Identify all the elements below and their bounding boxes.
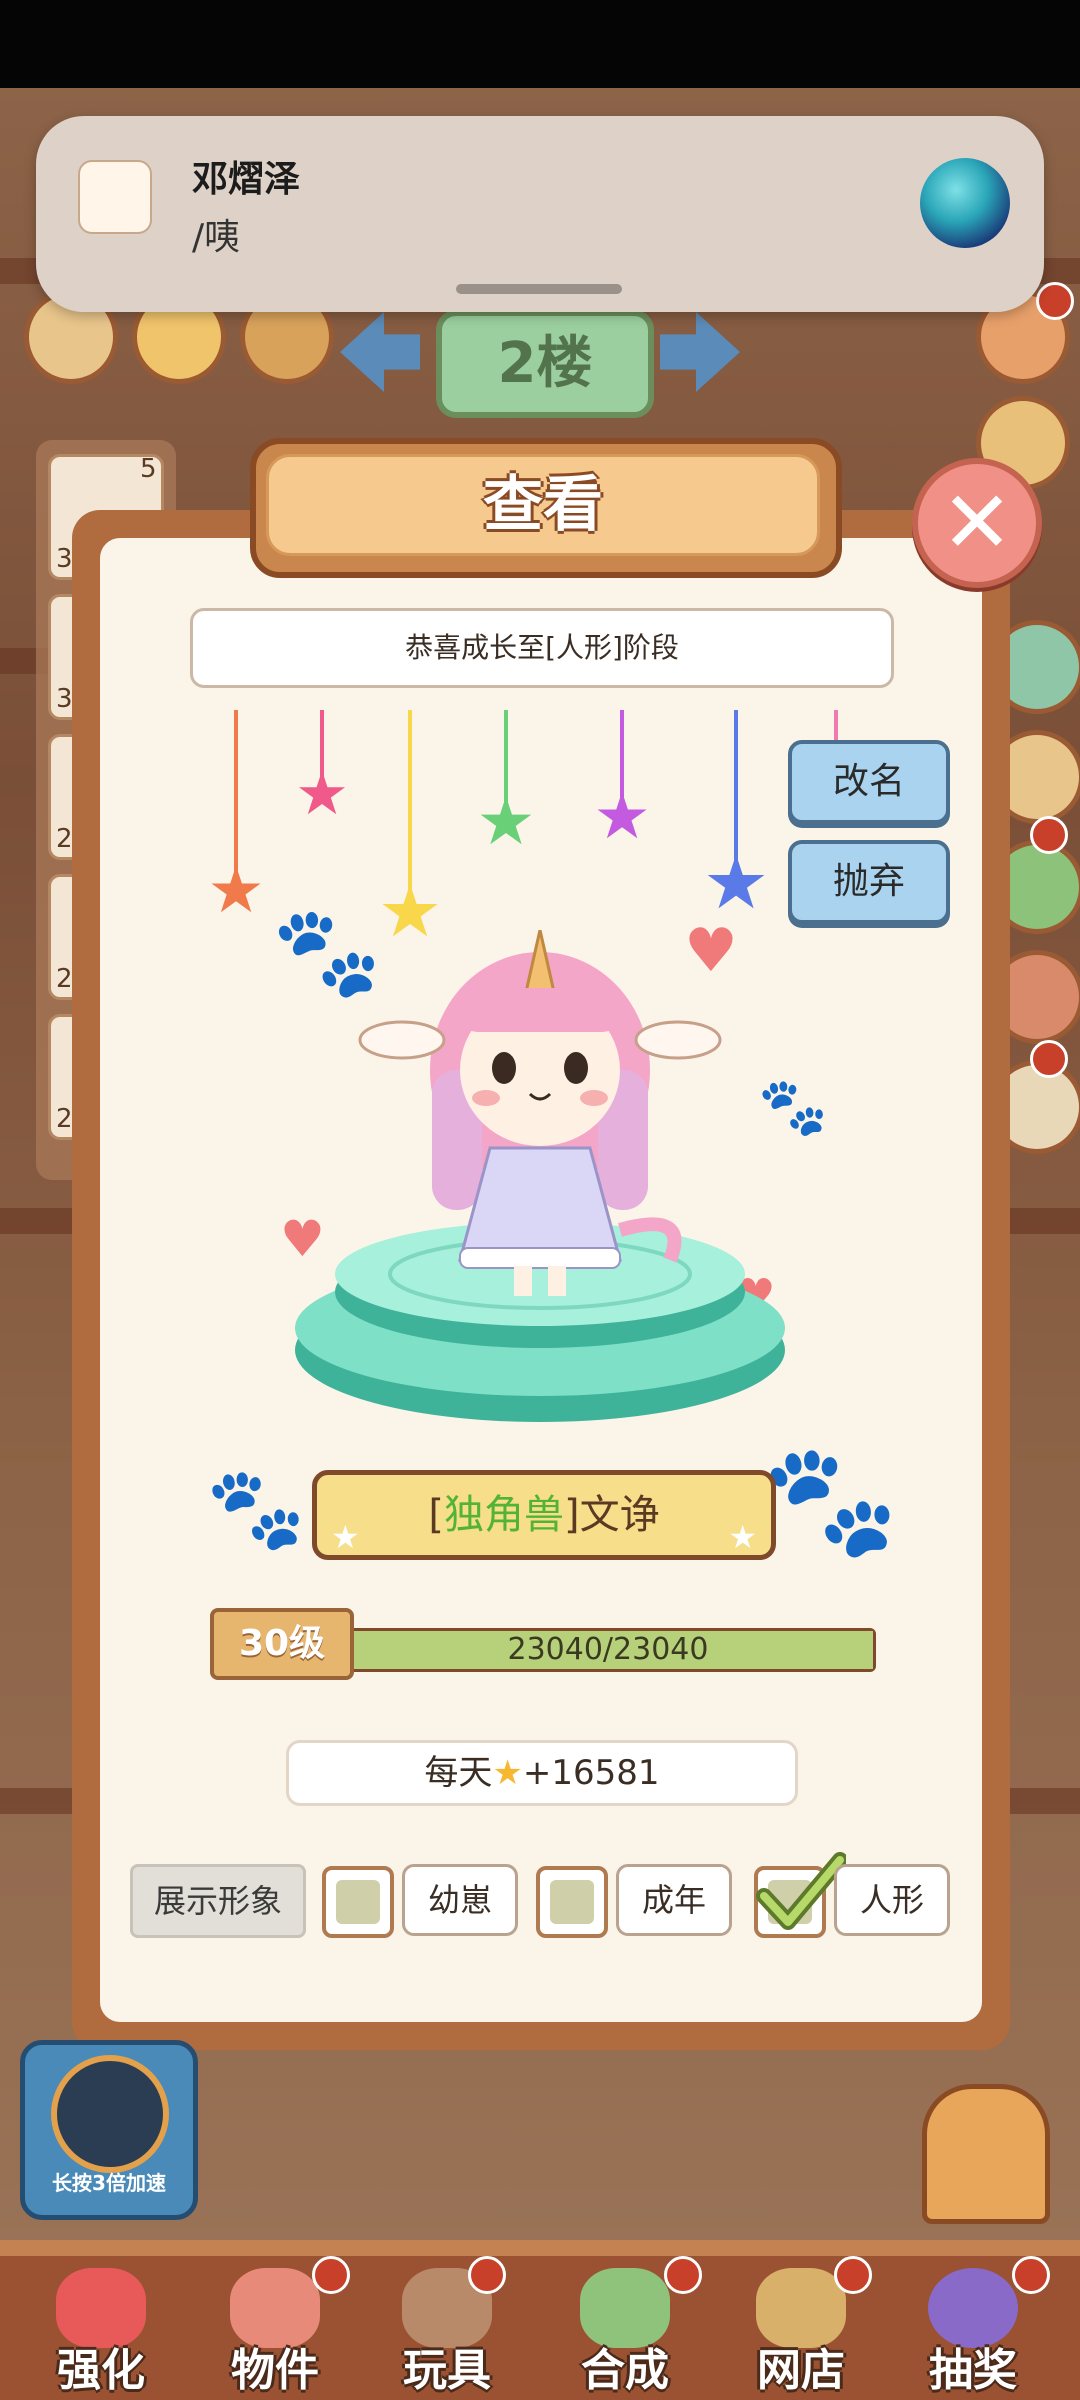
pet-card-count: 2 [56, 1104, 73, 1134]
daily-income-label: 每天 [424, 1753, 493, 1793]
svg-text:★: ★ [703, 840, 769, 926]
pet-name-plate: ★ [独角兽]文诤 ★ [312, 1470, 776, 1560]
level-badge: 30级 [210, 1608, 354, 1680]
stage-option-human[interactable]: 人形 [834, 1864, 950, 1936]
pet-name: 文诤 [579, 1492, 660, 1538]
paw-print-icon: 🐾 [762, 1436, 899, 1564]
abandon-button[interactable]: 抛弃 [788, 840, 950, 924]
speedup-label: 长按3倍加速 [52, 2171, 166, 2195]
nav-label: 强化 [57, 2345, 145, 2396]
star-icon: ★ [331, 1518, 360, 1556]
stage-checkbox-adult[interactable] [536, 1866, 608, 1938]
nav-label: 物件 [231, 2345, 319, 2396]
nav-trim [0, 2240, 1080, 2256]
nav-label: 网店 [757, 2345, 845, 2396]
status-bar-area [0, 0, 1080, 88]
checkbox-box [336, 1880, 380, 1924]
notification-drag-handle[interactable] [456, 284, 622, 294]
paw-print-icon: 🐾 [206, 1462, 306, 1555]
stage-option-adult[interactable]: 成年 [616, 1864, 732, 1936]
daily-income-value: +16581 [522, 1753, 660, 1793]
svg-text:★: ★ [593, 780, 650, 854]
hold-speedup-button[interactable]: 长按3倍加速 [20, 2040, 198, 2220]
notification-dot [1030, 1040, 1068, 1078]
message-notification[interactable]: 邓熠泽 /咦 [36, 116, 1044, 312]
pet-character-illustration [295, 930, 785, 1422]
exit-door-icon[interactable] [922, 2084, 1050, 2224]
rename-button[interactable]: 改名 [788, 740, 950, 824]
nav-label: 抽奖 [929, 2345, 1017, 2396]
dialog-title-plank: 查看 [250, 438, 842, 578]
notification-message: /咦 [192, 217, 241, 258]
pet-card-badge: 5 [140, 454, 157, 484]
pet-card-count: 3 [56, 544, 73, 574]
name-open-bracket: [ [428, 1492, 444, 1538]
pet-card-count: 2 [56, 964, 73, 994]
svg-text:★: ★ [207, 854, 264, 928]
nav-enhance[interactable]: 强化 [26, 2262, 176, 2396]
clock-icon [51, 2055, 169, 2173]
notification-sender: 邓熠泽 [192, 159, 301, 200]
floor-sign: 2楼 [436, 310, 654, 418]
nav-label: 玩具 [403, 2345, 491, 2396]
notification-dot [664, 2256, 702, 2294]
star-icon: ★ [728, 1518, 757, 1556]
sender-avatar [920, 158, 1010, 248]
pet-card-count: 3 [56, 684, 73, 714]
checkbox-box [550, 1880, 594, 1924]
notification-dot [312, 2256, 350, 2294]
pet-species: 独角兽 [444, 1492, 564, 1538]
checkmark-icon [756, 1852, 846, 1930]
growth-banner: 恭喜成长至[人形]阶段 [190, 608, 894, 688]
notification-dot [468, 2256, 506, 2294]
xp-text: 23040/23040 [507, 1632, 709, 1667]
dialog-title: 查看 [266, 454, 820, 556]
close-icon: ✕ [940, 473, 1014, 573]
star-coin-icon: ★ [492, 1753, 523, 1793]
xp-progress-bar: 23040/23040 [340, 1628, 876, 1672]
pet-card-count: 2 [56, 824, 73, 854]
notification-dot [1030, 816, 1068, 854]
stage-option-baby[interactable]: 幼崽 [402, 1864, 518, 1936]
notification-dot [1012, 2256, 1050, 2294]
name-close-bracket: ] [564, 1492, 580, 1538]
notification-dot [1036, 282, 1074, 320]
notification-dot [834, 2256, 872, 2294]
stage-checkbox-human[interactable] [754, 1852, 846, 1938]
svg-text:★: ★ [295, 759, 349, 829]
close-button[interactable]: ✕ [912, 458, 1042, 588]
daily-income: 每天★+16581 [286, 1740, 798, 1806]
stage-checkbox-baby[interactable] [322, 1866, 394, 1938]
nav-label: 合成 [581, 2345, 669, 2396]
svg-text:★: ★ [476, 783, 535, 860]
display-appearance-label: 展示形象 [130, 1864, 306, 1938]
app-icon [78, 160, 152, 234]
